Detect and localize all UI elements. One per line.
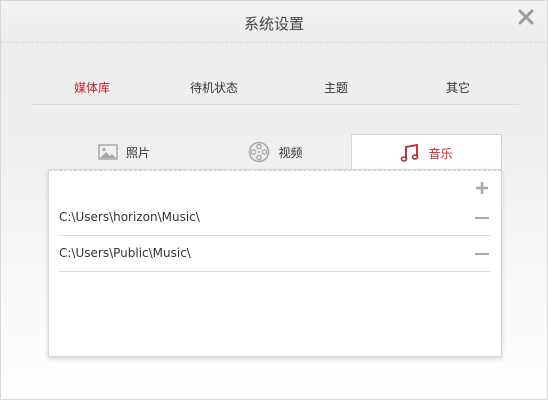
settings-tab-bar: 媒体库 待机状态 主题 其它	[31, 79, 519, 105]
tab-videos-label: 视频	[278, 145, 303, 160]
tab-videos[interactable]: 视频	[200, 134, 351, 170]
remove-folder-button[interactable]	[475, 213, 489, 223]
tab-photos-label: 照片	[125, 145, 150, 160]
tab-standby[interactable]: 待机状态	[153, 79, 275, 101]
add-folder-button[interactable]	[475, 180, 489, 194]
music-folder-panel: C:\Users\horizon\Music\ C:\Users\Public\…	[48, 169, 502, 357]
panel-divider	[49, 170, 501, 171]
folder-row: C:\Users\horizon\Music\	[59, 200, 491, 236]
title-bar: 系统设置	[1, 1, 547, 43]
tab-theme[interactable]: 主题	[275, 79, 397, 101]
film-reel-icon	[248, 141, 270, 163]
folder-path: C:\Users\horizon\Music\	[59, 210, 200, 224]
settings-window: 系统设置 媒体库 待机状态 主题 其它 照片 视频 音乐 C:\Users\ho…	[0, 0, 548, 400]
plus-icon	[476, 182, 488, 194]
close-icon	[518, 9, 534, 25]
close-button[interactable]	[518, 9, 534, 27]
photo-icon	[98, 144, 118, 160]
music-note-icon	[400, 143, 420, 163]
tab-music[interactable]: 音乐	[351, 134, 502, 171]
tab-music-label: 音乐	[428, 146, 453, 161]
tab-photos[interactable]: 照片	[48, 134, 200, 170]
window-title: 系统设置	[243, 15, 304, 33]
folder-row: C:\Users\Public\Music\	[59, 236, 491, 272]
minus-icon	[475, 253, 489, 255]
tab-media-library[interactable]: 媒体库	[31, 79, 153, 101]
remove-folder-button[interactable]	[475, 249, 489, 259]
tab-other[interactable]: 其它	[397, 79, 519, 101]
media-type-tab-bar: 照片 视频 音乐	[48, 134, 502, 171]
minus-icon	[475, 217, 489, 219]
folder-path: C:\Users\Public\Music\	[59, 246, 191, 260]
